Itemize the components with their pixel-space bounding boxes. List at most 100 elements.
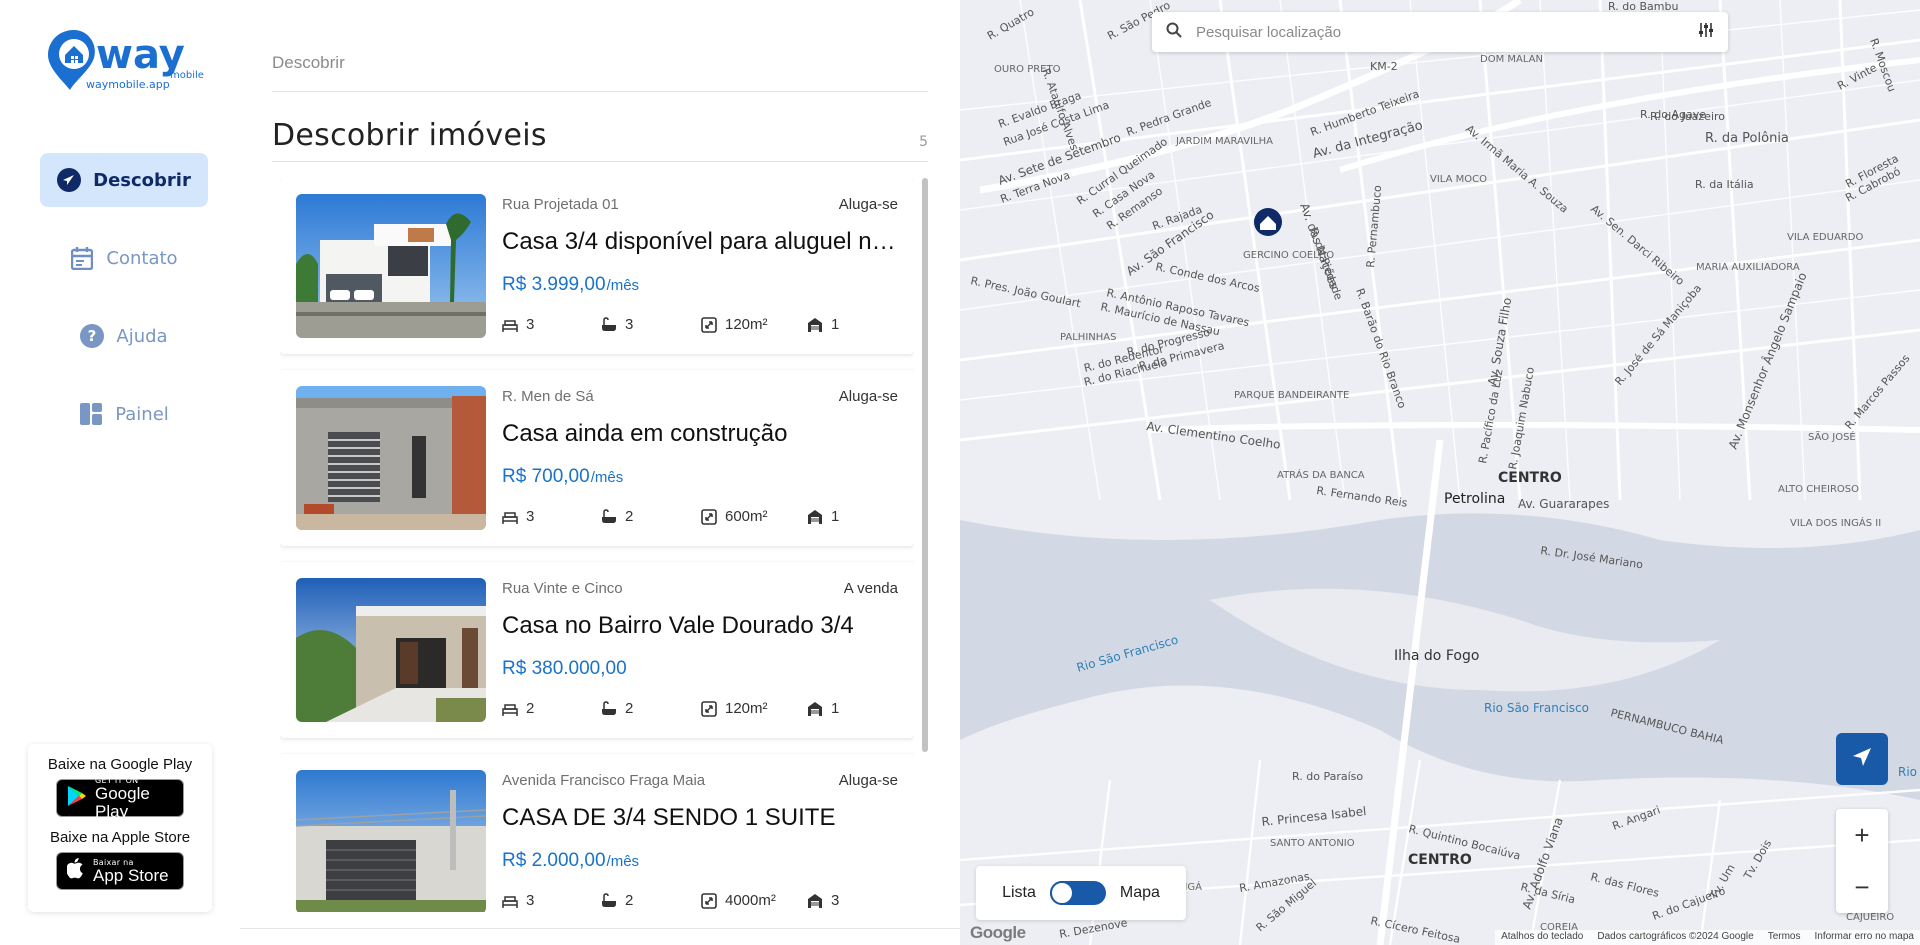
app-store-panel: Baixe na Google Play GET IT ON Google Pl… (28, 744, 212, 912)
property-title[interactable]: CASA DE 3/4 SENDO 1 SUITE (502, 804, 898, 832)
bathrooms: 2 (601, 508, 701, 525)
area-icon (701, 508, 717, 525)
property-street: R. Men de Sá (502, 388, 594, 405)
property-price: R$ 380.000,00 (502, 658, 627, 679)
property-title[interactable]: Casa 3/4 disponível para aluguel no Bair… (502, 228, 898, 256)
garages: 1 (807, 316, 867, 333)
waymobile-logo[interactable]: way mobile waymobile.app (44, 26, 204, 92)
search-input[interactable] (1196, 23, 1684, 41)
property-title[interactable]: Casa no Bairro Vale Dourado 3/4 (502, 612, 898, 640)
deal-type-badge: A venda (843, 580, 898, 597)
svg-text:PALHINHAS: PALHINHAS (1060, 332, 1116, 343)
nav-item-ajuda[interactable]: ? Ajuda (40, 309, 208, 363)
map-view[interactable]: R. do Bambu R. São Pedro KM-2 DOM MALAN … (960, 0, 1920, 945)
property-photo[interactable] (296, 578, 486, 722)
bedrooms: 3 (502, 892, 601, 909)
bathtub-icon (602, 700, 616, 715)
property-price: R$ 700,00/mês (502, 466, 624, 487)
map-data-credit: Dados cartográficos ©2024 Google (1597, 931, 1754, 942)
property-price: R$ 2.000,00/mês (502, 850, 640, 871)
search-icon (1166, 22, 1182, 42)
list-map-switch[interactable] (1049, 881, 1106, 905)
property-photo[interactable] (296, 194, 486, 338)
filter-sliders-icon[interactable] (1698, 22, 1714, 42)
property-features: 3 2 600m² 1 (502, 508, 867, 525)
listing-panel: Descobrir Descobrir imóveis 5 Rua Projet… (240, 0, 960, 945)
page-title: Descobrir imóveis (272, 118, 547, 153)
results-count: 5 (919, 134, 928, 150)
sidebar: way mobile waymobile.app Descobrir Conta… (0, 0, 240, 945)
svg-text:mobile: mobile (170, 70, 204, 81)
bathtub-icon (602, 892, 616, 907)
nav-item-descobrir[interactable]: Descobrir (40, 153, 208, 207)
map-attribution: Atalhos do teclado Dados cartográficos ©… (1495, 930, 1920, 945)
location-search[interactable] (1152, 12, 1728, 52)
google-logo[interactable]: Google (970, 923, 1026, 943)
bathtub-icon (602, 316, 616, 331)
svg-text:Petrolina: Petrolina (1444, 491, 1505, 507)
divider (272, 91, 928, 92)
nav-item-contato[interactable]: Contato (40, 231, 208, 285)
svg-text:R. da Polônia: R. da Polônia (1705, 131, 1789, 146)
view-toggle: Lista Mapa (976, 866, 1186, 920)
property-card[interactable]: Rua Projetada 01 Aluga-se Casa 3/4 dispo… (280, 178, 914, 354)
bathrooms: 2 (601, 700, 701, 717)
report-error-link[interactable]: Informar erro no mapa (1815, 931, 1915, 944)
zoom-in-button[interactable]: + (1836, 809, 1888, 861)
bed-icon (502, 319, 518, 332)
map-canvas[interactable]: R. do Bambu R. São Pedro KM-2 DOM MALAN … (960, 0, 1920, 945)
nav-item-painel[interactable]: Painel (40, 387, 208, 441)
app-store-button[interactable]: Baixar na App Store (56, 852, 184, 890)
property-photo[interactable] (296, 386, 486, 530)
svg-text:VILA MOCO: VILA MOCO (1430, 174, 1487, 185)
toggle-label-mapa[interactable]: Mapa (1120, 884, 1160, 902)
svg-text:VILA DOS INGÁS II: VILA DOS INGÁS II (1790, 516, 1881, 529)
property-card[interactable]: Avenida Francisco Fraga Maia Aluga-se CA… (280, 754, 914, 912)
svg-text:Rio São Francisco: Rio São Francisco (1484, 701, 1589, 715)
keyboard-shortcuts-link[interactable]: Atalhos do teclado (1501, 931, 1583, 944)
svg-text:Ilha do Fogo: Ilha do Fogo (1394, 648, 1479, 664)
property-title[interactable]: Casa ainda em construção (502, 420, 898, 448)
deal-type-badge: Aluga-se (838, 196, 898, 213)
property-street: Avenida Francisco Fraga Maia (502, 772, 706, 789)
deal-type-badge: Aluga-se (838, 772, 898, 789)
property-card[interactable]: R. Men de Sá Aluga-se Casa ainda em cons… (280, 370, 914, 546)
breadcrumb[interactable]: Descobrir (272, 53, 345, 73)
bed-icon (502, 895, 518, 908)
list-scrollbar[interactable] (922, 178, 928, 752)
google-play-button[interactable]: GET IT ON Google Play (56, 776, 184, 820)
svg-text:Av. Guararapes: Av. Guararapes (1518, 497, 1609, 511)
zoom-control: + − (1836, 809, 1888, 913)
property-features: 3 2 4000m² 3 (502, 892, 867, 909)
calendar-icon (70, 246, 94, 270)
garages: 3 (807, 892, 867, 909)
property-photo[interactable] (296, 770, 486, 912)
navigation-icon (57, 168, 82, 192)
svg-text:waymobile.app: waymobile.app (86, 78, 170, 91)
my-location-button[interactable] (1836, 733, 1888, 785)
garage-icon (808, 893, 822, 908)
divider (272, 161, 928, 162)
area-icon (701, 892, 717, 909)
nav-label: Descobrir (93, 169, 191, 191)
zoom-out-button[interactable]: − (1836, 861, 1888, 913)
svg-text:CAJUEIRO: CAJUEIRO (1846, 912, 1894, 923)
divider (240, 928, 960, 929)
nav-label: Contato (106, 247, 178, 269)
terms-link[interactable]: Termos (1768, 931, 1801, 944)
property-features: 3 3 120m² 1 (502, 316, 867, 333)
toggle-label-lista[interactable]: Lista (1002, 884, 1036, 902)
property-price: R$ 3.999,00/mês (502, 274, 640, 295)
property-pin-icon (1254, 208, 1282, 236)
property-card[interactable]: Rua Vinte e Cinco A venda Casa no Bairro… (280, 562, 914, 738)
bathtub-icon (602, 508, 616, 523)
nav-label: Ajuda (116, 325, 168, 347)
svg-text:R. do Agave: R. do Agave (1640, 108, 1706, 121)
svg-text:?: ? (88, 327, 97, 345)
property-list: Rua Projetada 01 Aluga-se Casa 3/4 dispo… (280, 178, 914, 912)
garages: 1 (807, 700, 867, 717)
deal-type-badge: Aluga-se (838, 388, 898, 405)
nav-label: Painel (115, 403, 169, 425)
property-street: Rua Projetada 01 (502, 196, 619, 213)
garages: 1 (807, 508, 867, 525)
